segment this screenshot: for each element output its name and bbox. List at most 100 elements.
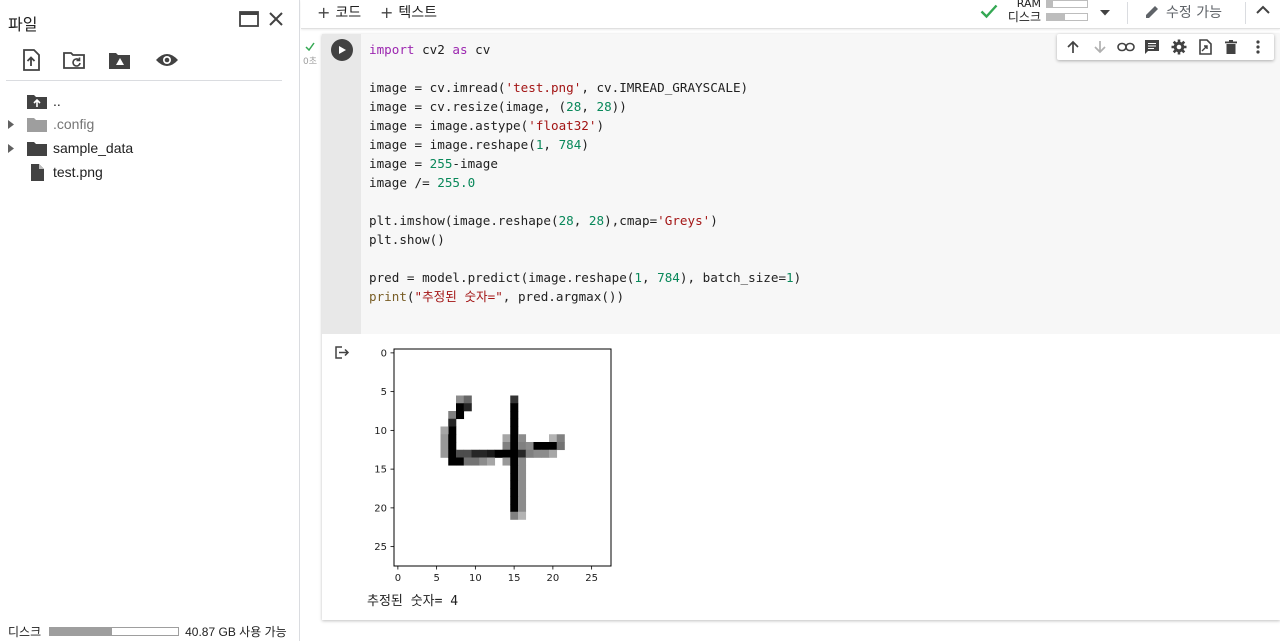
disk-usage-fill [50,627,112,635]
image-pixel [510,411,519,420]
settings-icon[interactable] [1169,37,1189,57]
code-line: image = cv.imread('test.png', cv.IMREAD_… [369,80,749,95]
imshow-plot: 0 5 10 15 20 25 0 5 10 15 20 25 [374,348,612,584]
visibility-icon[interactable] [155,48,179,72]
image-pixel [448,418,457,427]
code-line: plt.imshow(image.reshape(28, 28),cmap='G… [369,213,718,228]
code-text[interactable]: import cv2 as cv image = cv.imread('test… [369,40,801,306]
plus-icon: + [380,2,394,22]
output-text: 추정된 숫자= 4 [367,594,459,609]
image-pixel [448,411,457,420]
notebook-toolbar: + 코드 + 텍스트 RAM 디스크 수정 가능 [301,0,1280,29]
image-pixel [518,465,527,474]
file-tree-item[interactable]: sample_data [0,137,296,159]
disk-label: 디스크 [1007,10,1041,24]
y-tick-label: 25 [374,542,387,553]
image-pixel [549,434,558,443]
file-tree-item[interactable]: .config [0,113,296,135]
x-tick-label: 5 [433,573,439,584]
image-pixel [510,496,519,505]
image-pixel [471,457,480,466]
play-icon [339,46,346,54]
image-pixel [510,426,519,435]
expand-caret-icon[interactable] [0,143,22,153]
image-pixel [510,480,519,489]
comment-icon[interactable] [1142,37,1162,57]
image-pixel [510,403,519,412]
code-line: image = image.reshape(1, 784) [369,137,589,152]
image-pixel [510,504,519,513]
image-pixel [549,442,558,451]
code-cell[interactable]: import cv2 as cv image = cv.imread('test… [322,34,1280,620]
image-pixel [533,449,542,458]
x-tick-label: 25 [585,573,598,584]
resources-dropdown-icon[interactable] [1099,6,1111,21]
disk-free-text: 40.87 GB 사용 가능 [185,624,287,639]
code-line: pred = model.predict(image.reshape(1, 78… [369,270,802,285]
image-pixel [518,480,527,489]
image-pixel [463,457,472,466]
image-pixel [556,434,565,443]
edit-mode-button[interactable]: 수정 가능 [1144,2,1222,22]
disk-usage-fill-top [1047,14,1065,20]
disk-usage-footer: 디스크 40.87 GB 사용 가능 [8,623,298,639]
file-tree-item[interactable]: .. [0,90,296,112]
execution-success-icon [305,40,315,55]
disk-label: 디스크 [8,624,42,639]
y-tick-label: 0 [381,348,387,359]
sidebar-divider [6,80,282,81]
link-icon[interactable] [1116,37,1136,57]
image-pixel [448,457,457,466]
arrow-up-icon[interactable] [1063,37,1083,57]
image-pixel [448,449,457,458]
add-code-button[interactable]: + 코드 [317,2,361,22]
file-icon [24,163,50,181]
file-tree-item[interactable]: test.png [0,161,296,183]
image-pixel [518,442,527,451]
x-tick-label: 0 [395,573,401,584]
code-line: image /= 255.0 [369,175,476,190]
file-browser-sidebar: 파일 .. .config sample_data test.png 디스크 40.8… [0,0,300,641]
chevron-up-icon[interactable] [1255,4,1271,20]
add-text-button[interactable]: + 텍스트 [380,2,437,22]
more-vert-icon[interactable] [1248,37,1268,57]
y-tick-label: 5 [381,387,387,398]
image-pixel [448,434,457,443]
image-pixel [518,449,527,458]
output-redirect-icon[interactable] [334,345,350,364]
delete-icon[interactable] [1221,37,1241,57]
mirror-cell-icon[interactable] [1195,37,1215,57]
image-pixel [518,457,527,466]
drive-folder-icon[interactable] [108,48,132,72]
open-in-window-icon[interactable] [238,8,260,30]
code-editor[interactable]: import cv2 as cv image = cv.imread('test… [361,34,1280,334]
expand-caret-icon[interactable] [0,119,22,129]
toolbar-separator [1245,2,1246,24]
sidebar-title: 파일 [8,15,38,34]
run-cell-button[interactable] [331,39,353,61]
image-pixel [440,426,449,435]
image-pixel [518,473,527,482]
upload-icon[interactable] [19,48,43,72]
code-line: image = image.astype('float32') [369,118,605,133]
image-pixel [518,504,527,513]
image-pixel [549,449,558,458]
close-icon[interactable] [265,8,287,30]
image-pixel [494,449,503,458]
image-pixel [440,442,449,451]
image-pixel [541,442,550,451]
image-pixel [448,442,457,451]
image-pixel [463,403,472,412]
connected-check-icon[interactable] [980,3,998,23]
refresh-folder-icon[interactable] [63,48,87,72]
ram-label: RAM [1016,0,1041,10]
image-pixel [463,449,472,458]
image-pixel [448,426,457,435]
arrow-down-icon[interactable] [1090,37,1110,57]
folder-icon [24,116,50,132]
image-pixel [487,457,496,466]
image-pixel [533,442,542,451]
code-line: image = cv.resize(image, (28, 28)) [369,99,627,114]
disk-usage-bar [49,626,180,636]
image-pixel [510,442,519,451]
